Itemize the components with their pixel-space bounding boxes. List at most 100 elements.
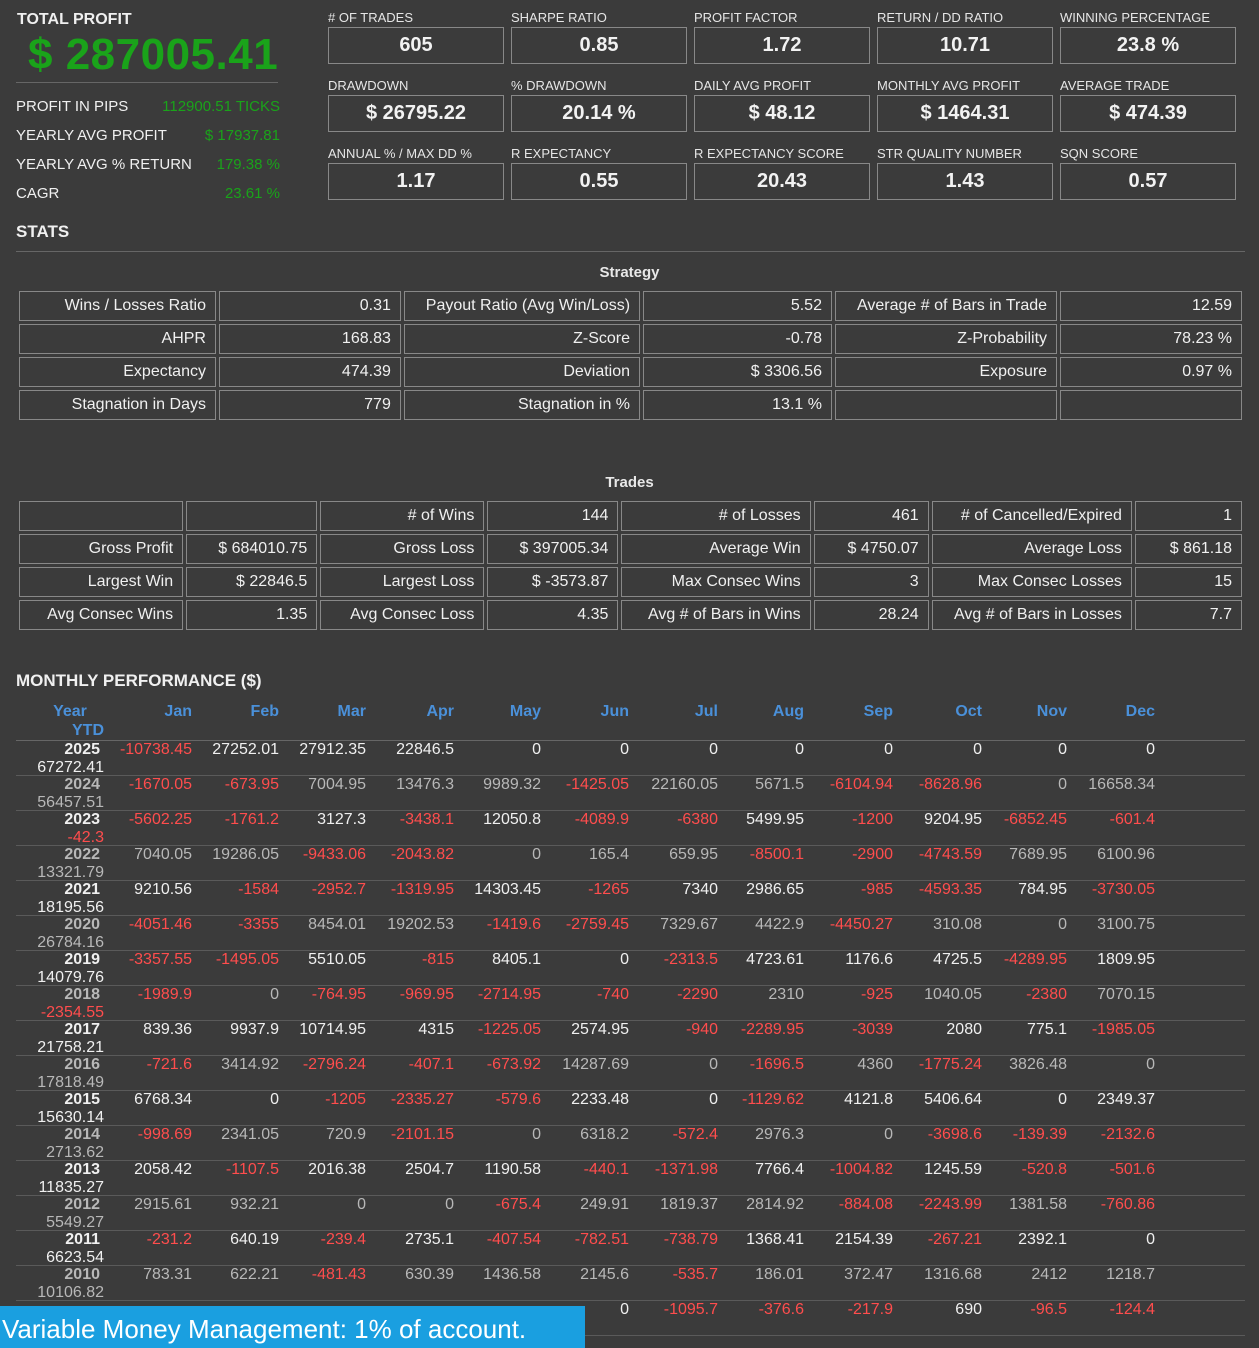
- month-value-cell: -572.4: [672, 1126, 718, 1143]
- month-value-cell: 2976.3: [755, 1126, 804, 1143]
- month-value-cell: 6623.54: [46, 1249, 104, 1266]
- year-row: 2016 -721.6 3414.92 -2796.24 -407.1 -673.92 14…: [16, 1056, 1245, 1091]
- table-row: Wins / Losses Ratio 0.31 Payout Ratio (Avg…: [19, 291, 1242, 321]
- stat-value-cell: [1060, 390, 1242, 420]
- month-value-cell: 5406.64: [924, 1091, 982, 1108]
- month-value-cell: 10714.95: [299, 1021, 366, 1038]
- month-value-cell: -407.1: [408, 1056, 454, 1073]
- month-value-cell: 19286.05: [212, 846, 279, 863]
- month-value-cell: 7070.15: [1097, 986, 1155, 1003]
- metric-value: 605: [328, 27, 504, 64]
- stat-value-cell: 474.39: [218, 357, 401, 387]
- month-value-cell: 0: [445, 1196, 454, 1213]
- month-value-cell: -3698.6: [927, 1126, 982, 1143]
- month-value-cell: -738.79: [663, 1231, 718, 1248]
- month-value-cell: 2915.61: [134, 1196, 192, 1213]
- metric-card: DAILY AVG PROFIT $ 48.12: [694, 78, 870, 132]
- column-header: Year: [53, 703, 87, 721]
- monthly-header-row: Year Jan Feb Mar Apr May Jun Jul Aug Sep Oct Nov Dec…: [16, 703, 1245, 741]
- year-row: 2019 -3357.55 -1495.05 5510.05 -815 8405.1 0 -2…: [16, 951, 1245, 986]
- month-value-cell: 622.21: [230, 1266, 279, 1283]
- month-value-cell: 9989.32: [483, 776, 541, 793]
- month-value-cell: -42.3: [67, 829, 104, 846]
- stat-value-cell: $ 3306.56: [643, 357, 832, 387]
- month-value-cell: 0: [357, 1196, 366, 1213]
- year-cell: 2024: [64, 776, 100, 793]
- stat-label-cell: Gross Profit: [19, 534, 184, 564]
- month-value-cell: -6104.94: [829, 776, 893, 793]
- metric-card: R EXPECTANCY 0.55: [511, 146, 687, 200]
- year-row: 2012 2915.61 932.21 0 0 -675.4 249.91 1819.37 28…: [16, 1196, 1245, 1231]
- trades-table: # of Wins 144 # of Losses 461 # of Cancelled…: [16, 498, 1245, 633]
- month-value-cell: -231.2: [146, 1231, 192, 1248]
- metric-label: RETURN / DD RATIO: [877, 10, 1004, 25]
- month-value-cell: 630.39: [405, 1266, 454, 1283]
- month-value-cell: 1218.7: [1106, 1266, 1155, 1283]
- month-value-cell: 4723.61: [746, 951, 804, 968]
- month-value-cell: 56457.51: [37, 794, 104, 811]
- year-cell: 2025: [64, 741, 100, 758]
- month-value-cell: 0: [709, 1056, 718, 1073]
- month-value-cell: 6100.96: [1097, 846, 1155, 863]
- stat-value-cell: $ -3573.87: [487, 567, 619, 597]
- month-value-cell: -1495.05: [215, 951, 279, 968]
- metric-value: 0.57: [1060, 163, 1236, 200]
- metric-label: R EXPECTANCY: [511, 146, 612, 161]
- month-value-cell: -535.7: [672, 1266, 718, 1283]
- stat-label-cell: Average Win: [621, 534, 811, 564]
- column-header: Sep: [863, 703, 893, 721]
- month-value-cell: 0: [1058, 741, 1067, 758]
- month-value-cell: 2412: [1031, 1266, 1067, 1283]
- stat-label-cell: Deviation: [403, 357, 641, 387]
- year-row: 2018 -1989.9 0 -764.95 -969.95 -2714.95 -740 -2…: [16, 986, 1245, 1021]
- month-value-cell: -407.54: [486, 1231, 541, 1248]
- month-value-cell: -1319.95: [390, 881, 454, 898]
- year-cell: 2020: [64, 916, 100, 933]
- column-header: Jun: [600, 703, 629, 721]
- month-value-cell: 4422.9: [755, 916, 804, 933]
- column-header: Dec: [1125, 703, 1155, 721]
- month-value-cell: -601.4: [1109, 811, 1155, 828]
- stat-value-cell: 0.97 %: [1060, 357, 1242, 387]
- metric-label: R EXPECTANCY SCORE: [694, 146, 844, 161]
- year-cell: 2017: [64, 1021, 100, 1038]
- month-value-cell: 7766.4: [755, 1161, 804, 1178]
- year-cell: 2016: [64, 1056, 100, 1073]
- month-value-cell: 8405.1: [492, 951, 541, 968]
- month-value-cell: 0: [532, 846, 541, 863]
- stat-label-cell: Exposure: [834, 357, 1058, 387]
- stat-label-cell: Average Loss: [931, 534, 1132, 564]
- month-value-cell: -3357.55: [128, 951, 192, 968]
- month-value-cell: -1004.82: [829, 1161, 893, 1178]
- stat-label-cell: Average # of Bars in Trade: [834, 291, 1058, 321]
- month-value-cell: -6852.45: [1003, 811, 1067, 828]
- month-value-cell: 932.21: [230, 1196, 279, 1213]
- month-value-cell: 2080: [946, 1021, 982, 1038]
- month-value-cell: 0: [270, 986, 279, 1003]
- month-value-cell: -1425.05: [565, 776, 629, 793]
- month-value-cell: 7040.05: [134, 846, 192, 863]
- column-header: Jul: [694, 703, 718, 721]
- month-value-cell: 1040.05: [924, 986, 982, 1003]
- month-value-cell: 22846.5: [396, 741, 454, 758]
- stat-label-cell: Stagnation in Days: [19, 390, 216, 420]
- stat-label-cell: Expectancy: [19, 357, 216, 387]
- month-value-cell: -2289.95: [740, 1021, 804, 1038]
- year-cell: 2021: [64, 881, 100, 898]
- month-value-cell: 6318.2: [580, 1126, 629, 1143]
- column-header: Apr: [426, 703, 454, 721]
- total-profit-label: TOTAL PROFIT: [17, 11, 132, 28]
- month-value-cell: -4593.35: [918, 881, 982, 898]
- month-value-cell: 0: [795, 741, 804, 758]
- stat-value-cell: $ 684010.75: [186, 534, 318, 564]
- month-value-cell: -3355: [238, 916, 279, 933]
- metric-card: PROFIT FACTOR 1.72: [694, 10, 870, 64]
- month-value-cell: 19202.53: [387, 916, 454, 933]
- month-value-cell: -1205: [325, 1091, 366, 1108]
- month-value-cell: -4743.59: [918, 846, 982, 863]
- side-stat-row: PROFIT IN PIPS 112900.51 TICKS: [16, 92, 280, 121]
- month-value-cell: 7340: [682, 881, 718, 898]
- metric-value: 20.43: [694, 163, 870, 200]
- money-management-banner: Variable Money Management: 1% of account…: [0, 1306, 585, 1348]
- month-value-cell: 4725.5: [933, 951, 982, 968]
